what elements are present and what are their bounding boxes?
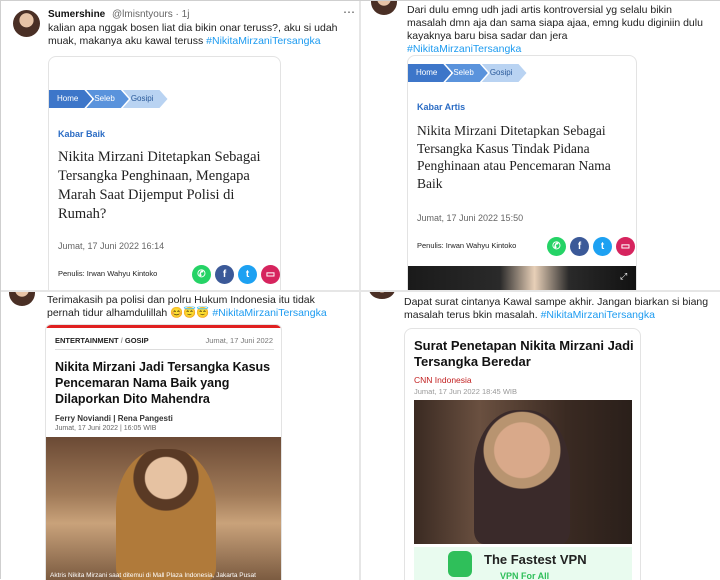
comment-icon[interactable]: ▭ [261,265,280,284]
article-title[interactable]: Nikita Mirzani Jadi Tersangka Kasus Penc… [55,359,277,407]
breadcrumb: Home Seleb Gosipi [408,64,527,82]
article-writer: Penulis: Irwan Wahyu Kintoko [58,269,158,278]
facebook-icon[interactable]: f [215,265,234,284]
tweet-body: Dari dulu emng udh jadi artis kontrovers… [407,4,712,56]
whatsapp-icon[interactable]: ✆ [547,237,566,256]
person-figure [116,449,216,580]
article-authors: Ferry Noviandi | Rena Pangesti [55,414,173,423]
tweet-username[interactable]: Sumershine [48,9,105,20]
hashtag-link[interactable]: #NikitaMirzaniTersangka [541,309,655,321]
tweet-bottom-right[interactable]: Dapat surat cintanya Kawal sampe akhir. … [361,292,720,580]
avatar[interactable] [13,10,40,37]
tweet-text: Dari dulu emng udh jadi artis kontrovers… [407,4,703,42]
article-card[interactable]: Surat Penetapan Nikita Mirzani Jadi Ters… [404,328,641,580]
tweet-body: Dapat surat cintanya Kawal sampe akhir. … [404,296,714,322]
article-category[interactable]: Kabar Artis [417,102,465,112]
tweet-handle: @lmisntyours · 1j [112,9,190,20]
breadcrumb-seleb[interactable]: Seleb [86,90,128,108]
hashtag-link[interactable]: #NikitaMirzaniTersangka [212,307,326,319]
breadcrumb-home[interactable]: Home [49,90,92,108]
article-category[interactable]: Kabar Baik [58,129,105,139]
article-date: Jumat, 17 Juni 2022 15:50 [417,213,524,223]
article-title[interactable]: Nikita Mirzani Ditetapkan Sebagai Tersan… [58,148,280,224]
twitter-icon[interactable]: t [593,237,612,256]
article-date: Jumat, 17 Jun 2022 18:45 WIB [414,387,517,396]
article-photo [408,266,636,290]
breadcrumb-home[interactable]: Home [408,64,451,82]
breadcrumb-seleb[interactable]: Seleb [445,64,487,82]
photo-caption: Aktris Nikita Mirzani saat ditemui di Ma… [50,572,256,579]
ad-banner[interactable]: The Fastest VPN VPN For All [414,547,632,580]
header-rule [55,349,274,350]
article-date: Jumat, 17 Juni 2022 16:14 [58,241,165,251]
vpn-logo-icon [448,551,472,577]
avatar[interactable] [369,292,395,299]
article-writer: Penulis: Irwan Wahyu Kintoko [417,241,517,250]
share-buttons: ✆ f t ▭ [547,237,635,256]
comment-icon[interactable]: ▭ [616,237,635,256]
article-date-top: Jumat, 17 Juni 2022 [205,336,273,345]
article-card[interactable]: Home Seleb Gosipi Kabar Baik Nikita Mirz… [48,56,281,290]
tweet-top-right[interactable]: Dari dulu emng udh jadi artis kontrovers… [361,1,720,290]
breadcrumb: Home Seleb Gosipi [49,90,168,108]
share-buttons: ✆ f t ▭ [192,265,280,284]
tweet-body: kalian apa nggak bosen liat dia bikin on… [48,22,348,48]
article-photo [414,400,632,544]
hashtag-link[interactable]: #NikitaMirzaniTersangka [206,35,320,47]
article-card[interactable]: ENTERTAINMENT / GOSIP Jumat, 17 Juni 202… [45,324,282,580]
avatar[interactable] [9,292,35,306]
ad-title[interactable]: The Fastest VPN [484,552,587,567]
person-figure [474,410,570,544]
hashtag-link[interactable]: #NikitaMirzaniTersangka [407,43,521,55]
article-title[interactable]: Surat Penetapan Nikita Mirzani Jadi Ters… [414,338,634,370]
whatsapp-icon[interactable]: ✆ [192,265,211,284]
breadcrumb-gosipi[interactable]: Gosipi [482,64,527,82]
section-bar [46,325,281,328]
more-icon[interactable]: ⋯ [343,5,355,19]
article-source[interactable]: CNN Indonesia [414,375,472,385]
breadcrumb-gosipi[interactable]: Gosipi [123,90,168,108]
section-label[interactable]: ENTERTAINMENT [55,336,119,345]
screenshot-collage: Sumershine @lmisntyours · 1j ⋯ kalian ap… [0,0,720,580]
article-title[interactable]: Nikita Mirzani Ditetapkan Sebagai Tersan… [417,122,632,192]
emoji-group: 😊😇😇 [170,307,210,319]
article-card[interactable]: Home Seleb Gosipi Kabar Artis Nikita Mir… [407,55,637,290]
subsection-label[interactable]: GOSIP [125,336,149,345]
tweet-bottom-left[interactable]: Terimakasih pa polisi dan polru Hukum In… [1,292,359,580]
facebook-icon[interactable]: f [570,237,589,256]
article-date: Jumat, 17 Juni 2022 | 16:05 WIB [55,425,157,432]
avatar[interactable] [371,1,397,15]
tweet-top-left[interactable]: Sumershine @lmisntyours · 1j ⋯ kalian ap… [1,1,359,290]
tweet-body: Terimakasih pa polisi dan polru Hukum In… [47,294,347,320]
article-photo [46,437,281,580]
expand-icon[interactable]: ⤢ [620,271,627,282]
twitter-icon[interactable]: t [238,265,257,284]
